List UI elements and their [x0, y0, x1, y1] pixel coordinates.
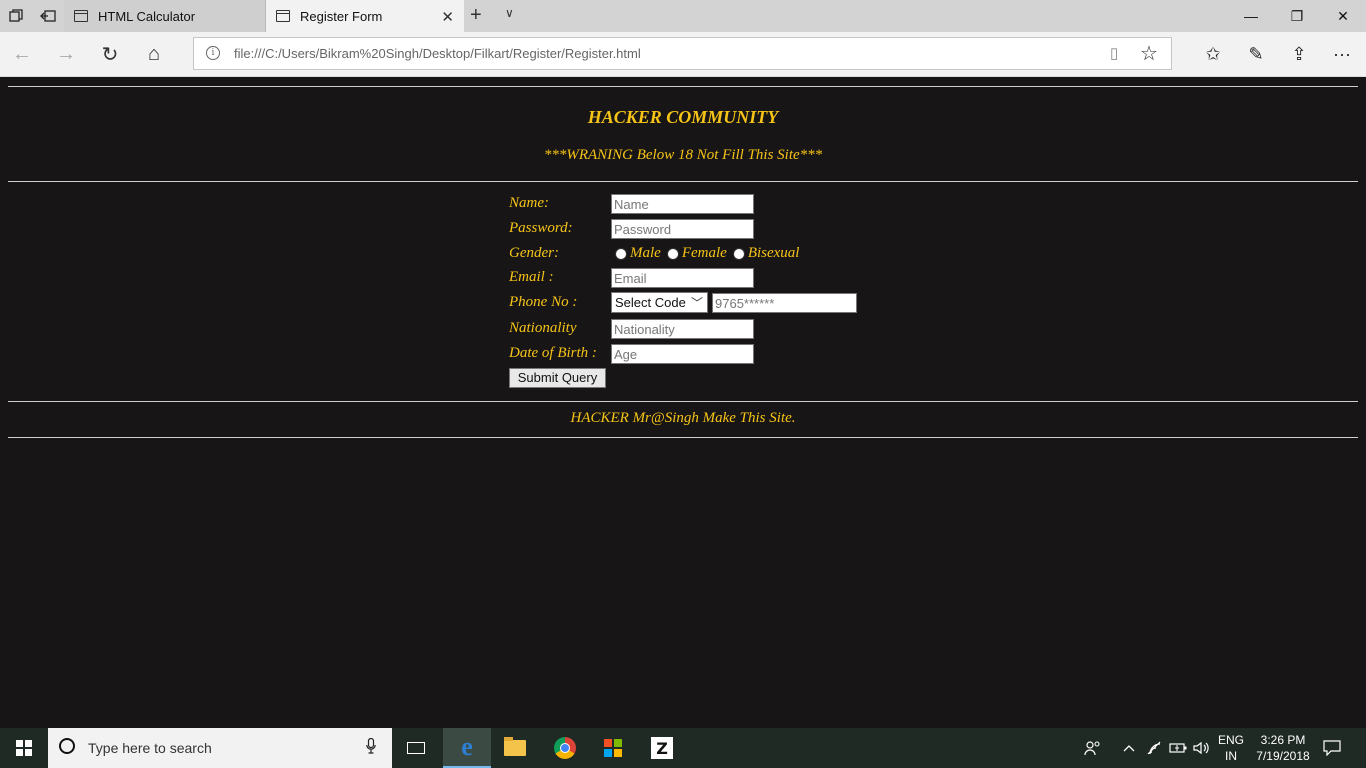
address-url[interactable]: file:///C:/Users/Bikram%20Singh/Desktop/…	[234, 46, 641, 61]
browser-toolbar: ← → ↻ ⌂ i file:///C:/Users/Bikram%20Sing…	[0, 32, 1366, 77]
gender-bisexual-label: Bisexual	[747, 245, 800, 261]
tab-html-calculator[interactable]: HTML Calculator	[64, 0, 266, 32]
email-input[interactable]	[611, 268, 754, 288]
maximize-icon[interactable]: ❐	[1274, 0, 1320, 32]
show-hidden-icons-icon[interactable]	[1118, 728, 1140, 768]
store-icon	[604, 739, 622, 757]
nationality-input[interactable]	[611, 319, 754, 339]
page-content: HACKER COMMUNITY ***WRANING Below 18 Not…	[0, 77, 1366, 728]
back-icon[interactable]: ←	[6, 38, 38, 70]
taskbar-app-zapp[interactable]: Z	[638, 728, 686, 768]
warning-text: ***WRANING Below 18 Not Fill This Site**…	[543, 147, 823, 163]
gender-male-label: Male	[630, 245, 661, 261]
close-window-icon[interactable]: ✕	[1320, 0, 1366, 32]
people-icon[interactable]	[1080, 728, 1106, 768]
edge-icon: e	[461, 732, 473, 761]
windows-logo-icon	[16, 740, 32, 756]
clock-time: 3:26 PM	[1260, 733, 1306, 747]
phone-label: Phone No :	[509, 294, 578, 310]
share-icon[interactable]: ⇪	[1283, 38, 1315, 70]
tab-register-form[interactable]: Register Form ✕	[266, 0, 464, 32]
dob-label: Date of Birth :	[509, 345, 597, 361]
task-view-button[interactable]	[392, 728, 440, 768]
site-info-icon[interactable]: i	[206, 46, 220, 60]
tab-label: HTML Calculator	[98, 8, 196, 24]
web-notes-icon[interactable]: ✎	[1240, 38, 1272, 70]
start-button[interactable]	[0, 728, 48, 768]
page-icon	[276, 10, 290, 22]
phone-code-value: Select Code	[615, 295, 686, 310]
browser-tab-strip: HTML Calculator Register Form ✕ + ∨ — ❐ …	[0, 0, 1366, 32]
horizontal-rule	[8, 86, 1358, 87]
more-icon[interactable]: ···	[1326, 38, 1358, 70]
email-label: Email :	[509, 269, 554, 285]
gender-male-radio[interactable]	[615, 247, 627, 260]
gender-bisexual-radio[interactable]	[732, 247, 745, 260]
taskbar-app-edge[interactable]: e	[443, 728, 491, 768]
password-input[interactable]	[611, 219, 754, 239]
folder-icon	[504, 737, 526, 756]
chevron-down-icon: ﹀	[690, 296, 703, 310]
taskbar-app-chrome[interactable]	[541, 728, 589, 768]
password-label: Password:	[509, 220, 573, 236]
volume-icon[interactable]	[1190, 728, 1214, 768]
forward-icon[interactable]: →	[50, 38, 82, 70]
taskbar-app-store[interactable]	[589, 728, 637, 768]
microphone-icon[interactable]	[366, 737, 376, 757]
gender-radio-group: Male Female Bisexual	[613, 245, 803, 262]
age-input[interactable]	[611, 344, 754, 364]
battery-icon[interactable]	[1166, 728, 1190, 768]
submit-button[interactable]: Submit Query	[509, 368, 606, 388]
gender-female-radio[interactable]	[666, 247, 679, 260]
search-placeholder: Type here to search	[88, 740, 212, 756]
add-favorite-icon[interactable]: ☆	[1140, 41, 1158, 66]
wifi-icon[interactable]	[1144, 728, 1166, 768]
tab-actions-icon[interactable]	[0, 0, 32, 32]
set-aside-tabs-icon[interactable]	[32, 0, 64, 32]
horizontal-rule	[8, 437, 1358, 438]
task-view-icon	[407, 742, 425, 754]
tab-list-chevron-icon[interactable]: ∨	[505, 6, 514, 20]
phone-code-select[interactable]: Select Code ﹀	[611, 292, 708, 313]
refresh-icon[interactable]: ↻	[94, 38, 126, 70]
chrome-icon	[554, 737, 576, 759]
horizontal-rule	[8, 181, 1358, 182]
page-title: HACKER COMMUNITY	[587, 107, 779, 127]
action-center-icon[interactable]	[1320, 736, 1344, 760]
tab-close-icon[interactable]: ✕	[441, 8, 454, 26]
cortana-icon	[59, 738, 75, 754]
favorites-hub-icon[interactable]: ✩	[1197, 38, 1229, 70]
address-bar[interactable]: i file:///C:/Users/Bikram%20Singh/Deskto…	[193, 37, 1172, 70]
gender-female-label: Female	[681, 245, 727, 261]
input-language-indicator[interactable]: ENG IN	[1216, 732, 1246, 764]
language-code: ENG	[1217, 733, 1244, 747]
new-tab-icon[interactable]: +	[470, 4, 482, 27]
tab-label: Register Form	[300, 8, 383, 24]
zapp-icon: Z	[651, 737, 673, 759]
taskbar-search-box[interactable]: Type here to search	[48, 728, 392, 768]
home-icon[interactable]: ⌂	[138, 38, 170, 70]
phone-input[interactable]	[712, 293, 857, 313]
clock-date: 7/19/2018	[1256, 749, 1310, 763]
footer-text: HACKER Mr@Singh Make This Site.	[570, 410, 796, 426]
gender-label: Gender:	[509, 245, 559, 261]
horizontal-rule	[8, 401, 1358, 402]
windows-taskbar: Type here to search e Z ENG IN 3:26 PM 7…	[0, 728, 1366, 768]
page-icon	[74, 10, 88, 22]
name-label: Name:	[509, 195, 549, 211]
minimize-icon[interactable]: —	[1228, 0, 1274, 32]
system-clock[interactable]: 3:26 PM 7/19/2018	[1252, 732, 1314, 764]
reading-view-icon[interactable]: ▯	[1110, 44, 1118, 62]
name-input[interactable]	[611, 194, 754, 214]
language-region: IN	[1225, 749, 1237, 763]
taskbar-app-file-explorer[interactable]	[491, 728, 539, 768]
nationality-label: Nationality	[509, 320, 577, 336]
